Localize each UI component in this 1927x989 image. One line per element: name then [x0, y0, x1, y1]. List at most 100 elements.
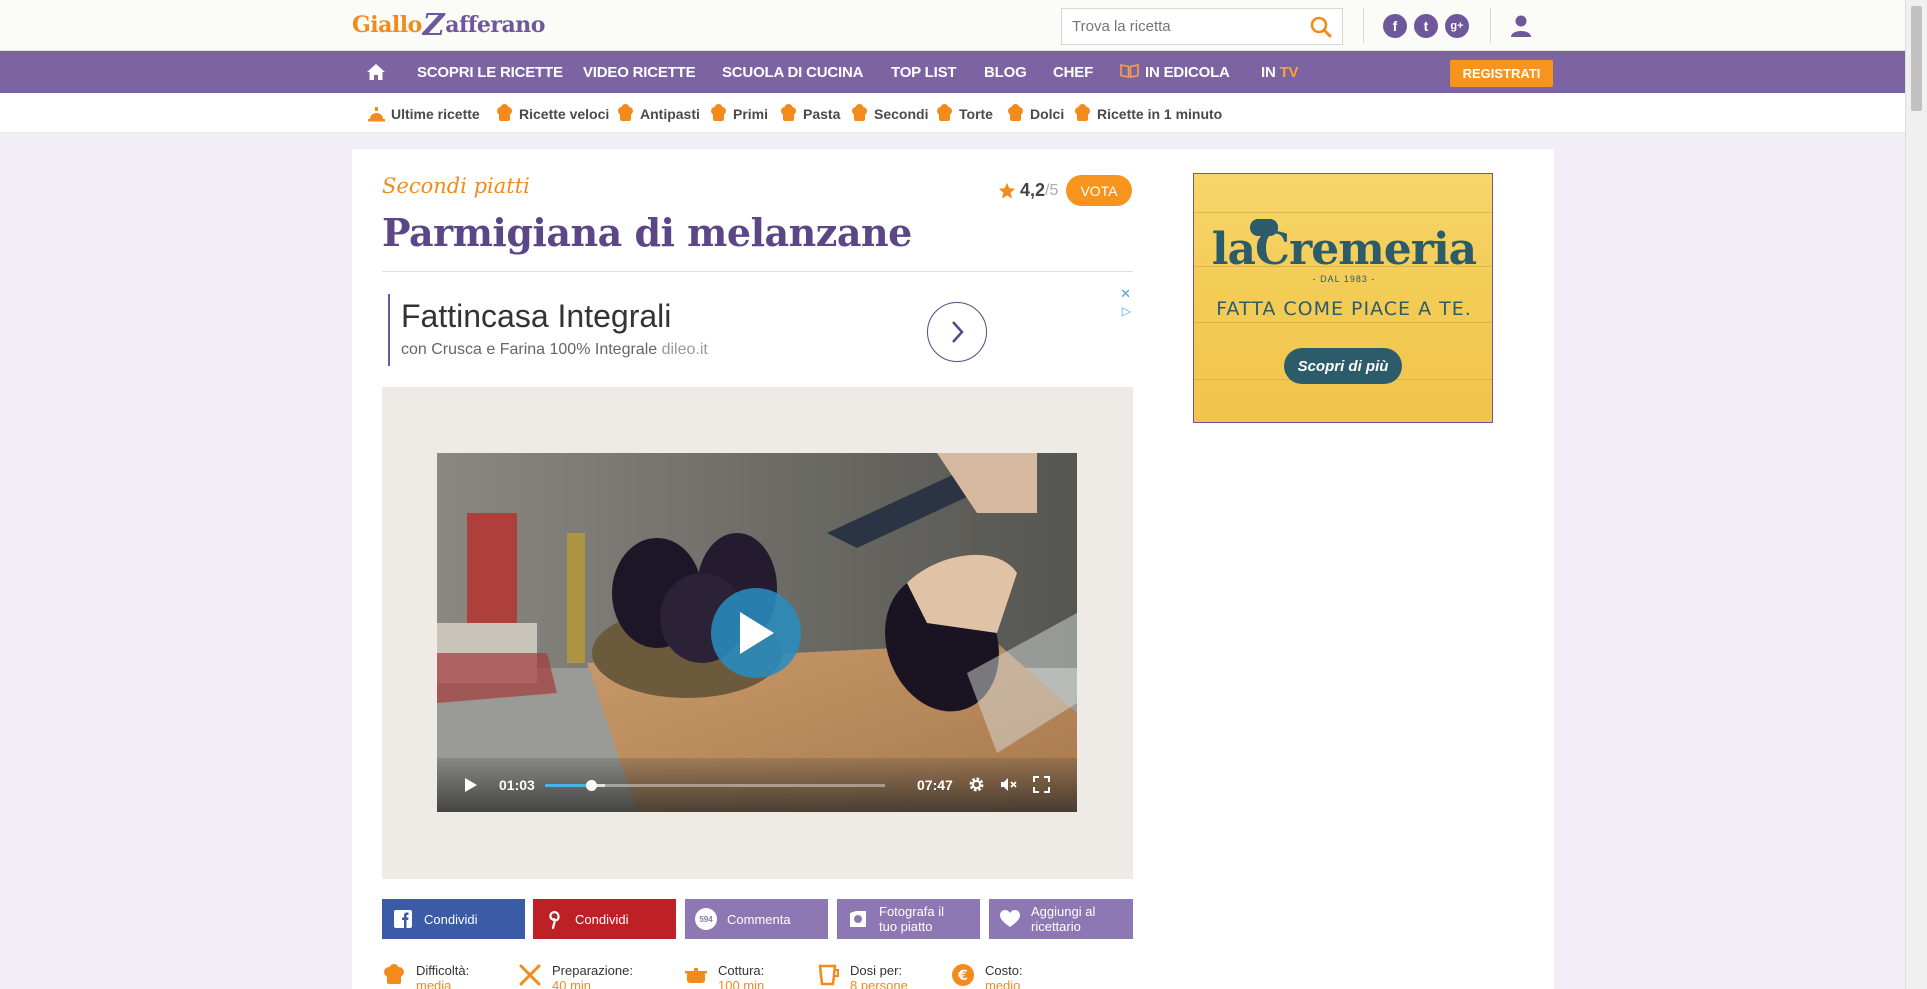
- sidebar-ad[interactable]: laCremeria - DAL 1983 - FATTA COME PIACE…: [1193, 173, 1493, 423]
- play-button[interactable]: [711, 588, 801, 678]
- subnav-label: Antipasti: [640, 105, 700, 122]
- ad-tagline: FATTA COME PIACE A TE.: [1216, 298, 1472, 320]
- subnav-secondi[interactable]: Secondi: [851, 104, 928, 123]
- scrollbar-thumb[interactable]: [1911, 6, 1922, 111]
- info-value: 100 min: [718, 978, 765, 989]
- vote-button[interactable]: VOTA: [1066, 175, 1132, 206]
- play-icon[interactable]: [465, 778, 477, 792]
- chef-hat-icon: [618, 104, 633, 121]
- subnav-pasta[interactable]: Pasta: [780, 104, 840, 123]
- subnav-label: Ricette veloci: [519, 105, 610, 122]
- register-button[interactable]: REGISTRATI: [1450, 60, 1553, 87]
- heart-icon: [1000, 910, 1020, 927]
- divider: [1363, 8, 1364, 43]
- utensils-icon: [519, 964, 541, 986]
- info-label: Dosi per:: [850, 963, 903, 978]
- info-servings: Dosi per: 8 persone: [816, 963, 908, 989]
- nav-scuola-cucina[interactable]: SCUOLA DI CUCINA: [722, 64, 863, 81]
- chef-hat-icon: [852, 104, 867, 121]
- save-line2: ricettario: [1031, 919, 1081, 934]
- ad-brand-logo: laCremeria: [1211, 224, 1477, 275]
- top-bar: GialloZafferano f t g+: [0, 0, 1905, 51]
- facebook-icon[interactable]: f: [1383, 14, 1407, 38]
- subnav-label: Ricette in 1 minuto: [1097, 105, 1223, 122]
- chef-hat-icon: [937, 104, 952, 121]
- google-plus-icon[interactable]: g+: [1445, 14, 1469, 38]
- chef-hat-icon: [497, 104, 512, 121]
- ad-headline[interactable]: Fattincasa Integrali: [401, 298, 671, 335]
- info-difficulty: Difficoltà: media: [382, 963, 469, 989]
- recipe-category[interactable]: Secondi piatti: [382, 174, 530, 198]
- ad-cta-button[interactable]: Scopri di più: [1284, 348, 1402, 384]
- seek-handle[interactable]: [585, 780, 597, 791]
- ad-accent-bar: [388, 294, 390, 366]
- rating-max: /5: [1045, 181, 1059, 199]
- nav-in-edicola[interactable]: IN EDICOLA: [1120, 64, 1230, 81]
- nav-in-tv[interactable]: IN TV: [1261, 64, 1299, 81]
- user-icon[interactable]: [1510, 14, 1532, 38]
- nav-chef[interactable]: CHEF: [1053, 64, 1093, 81]
- subnav-dolci[interactable]: Dolci: [1007, 104, 1064, 123]
- info-label: Preparazione:: [552, 963, 633, 978]
- search-box: [1061, 8, 1343, 45]
- mute-icon[interactable]: [1000, 776, 1017, 793]
- recipe-title: Parmigiana di melanzane: [382, 210, 912, 255]
- subnav-torte[interactable]: Torte: [936, 104, 993, 123]
- photo-dish-label: Fotografa il tuo piatto: [879, 904, 944, 934]
- chef-hat-icon: [711, 104, 726, 121]
- chef-hat-icon: [1075, 104, 1090, 121]
- search-input[interactable]: [1062, 9, 1292, 44]
- inline-ad[interactable]: Fattincasa Integrali con Crusca e Farina…: [382, 286, 1133, 378]
- photo-line2: tuo piatto: [879, 919, 933, 934]
- save-line1: Aggiungi al: [1031, 904, 1096, 919]
- comment-button[interactable]: 594 Commenta: [685, 899, 828, 939]
- search-icon[interactable]: [1310, 16, 1332, 38]
- pinterest-icon: [549, 911, 560, 930]
- comment-count-icon: 594: [695, 908, 717, 930]
- chef-hat-icon: [1008, 104, 1023, 121]
- info-cooking: Cottura: 100 min: [684, 963, 764, 989]
- site-logo[interactable]: Giallo Zafferano: [352, 8, 545, 43]
- add-to-recipes-button[interactable]: Aggiungi al ricettario: [989, 899, 1133, 939]
- settings-gear-icon[interactable]: [968, 776, 985, 793]
- video-seek-bar[interactable]: [545, 780, 885, 791]
- ad-close-icon[interactable]: ✕: [1120, 286, 1131, 302]
- duration: 07:47: [917, 777, 953, 793]
- adchoices-icon[interactable]: ▷: [1122, 304, 1131, 318]
- facebook-share-label: Condividi: [424, 911, 478, 927]
- photo-dish-button[interactable]: Fotografa il tuo piatto: [837, 899, 980, 939]
- nav-video-ricette[interactable]: VIDEO RICETTE: [583, 64, 696, 81]
- video-section: 01:03 07:47: [382, 387, 1133, 879]
- fullscreen-icon[interactable]: [1033, 776, 1050, 793]
- facebook-share-button[interactable]: Condividi: [382, 899, 525, 939]
- ad-description: con Crusca e Farina 100% Integrale: [401, 341, 662, 358]
- info-cost: € Costo: medio: [951, 963, 1023, 989]
- info-value: medio: [985, 978, 1021, 989]
- category-nav: Ultime ricette Ricette veloci Antipasti …: [0, 93, 1905, 133]
- nav-blog[interactable]: BLOG: [984, 64, 1027, 81]
- video-player[interactable]: 01:03 07:47: [437, 453, 1077, 812]
- logo-text-giallo: Giallo: [352, 12, 422, 38]
- ad-since: - DAL 1983 -: [1312, 274, 1376, 284]
- nav-scopri-ricette[interactable]: SCOPRI LE RICETTE: [417, 64, 563, 81]
- chef-hat-icon: [384, 964, 404, 984]
- book-icon: [1120, 64, 1139, 78]
- twitter-icon[interactable]: t: [1414, 14, 1438, 38]
- divider: [1490, 8, 1491, 43]
- home-icon[interactable]: [366, 63, 386, 81]
- subnav-ultime-ricette[interactable]: Ultime ricette: [368, 104, 480, 123]
- subnav-antipasti[interactable]: Antipasti: [617, 104, 700, 123]
- subnav-primi[interactable]: Primi: [710, 104, 768, 123]
- ad-arrow-button[interactable]: [927, 302, 987, 362]
- nav-top-list[interactable]: TOP LIST: [891, 64, 957, 81]
- page-scrollbar[interactable]: [1905, 0, 1927, 989]
- logo-text-afferano: afferano: [445, 12, 545, 38]
- photo-line1: Fotografa il: [879, 904, 945, 919]
- pinterest-share-button[interactable]: Condividi: [533, 899, 676, 939]
- info-preparation: Preparazione: 40 min: [518, 963, 633, 989]
- camera-icon: [850, 911, 866, 927]
- subnav-ricette-1-minuto[interactable]: Ricette in 1 minuto: [1074, 104, 1222, 123]
- subnav-ricette-veloci[interactable]: Ricette veloci: [496, 104, 609, 123]
- ad-plank-line: [1194, 212, 1492, 213]
- title-divider: [382, 271, 1133, 272]
